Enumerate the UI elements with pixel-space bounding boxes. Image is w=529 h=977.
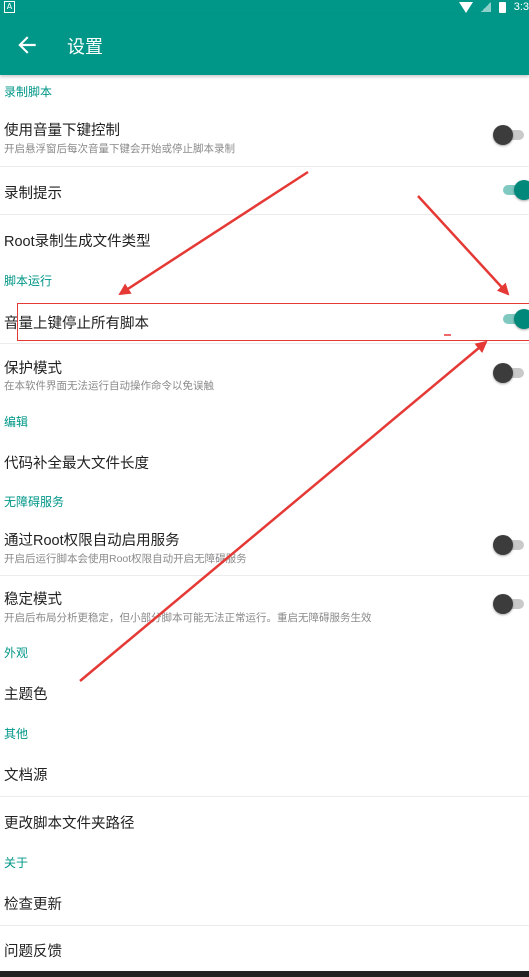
battery-icon: [498, 1, 506, 13]
pref-root-file-type[interactable]: Root录制生成文件类型: [0, 215, 529, 265]
pref-title: 稳定模式: [4, 592, 62, 608]
section-header-record: 录制脚本: [4, 85, 53, 99]
pref-protect-mode[interactable]: 保护模式 在本软件界面无法运行自动操作命令以免误触: [0, 344, 529, 400]
pref-title: 更改脚本文件夹路径: [4, 816, 135, 832]
toggle-switch[interactable]: [493, 535, 527, 555]
section-header-edit: 编辑: [4, 415, 29, 429]
pref-stable-mode[interactable]: 稳定模式 开启后布局分析更稳定，但小部分脚本可能无法正常运行。重启无障碍服务生效: [0, 576, 529, 634]
annotation-highlight-box: [17, 303, 529, 341]
pref-title: 录制提示: [4, 186, 62, 202]
pref-title: 主题色: [4, 687, 48, 703]
toggle-switch[interactable]: [493, 125, 527, 145]
signal-icon: [480, 2, 491, 12]
pref-root-enable-service[interactable]: 通过Root权限自动启用服务 开启后运行脚本会使用Root权限自动开启无障碍服务: [0, 517, 529, 575]
pref-title: 通过Root权限自动启用服务: [4, 533, 180, 549]
pref-summary: 开启后运行脚本会使用Root权限自动开启无障碍服务: [4, 553, 247, 565]
pref-summary: 在本软件界面无法运行自动操作命令以免误触: [4, 380, 214, 392]
pref-title: 代码补全最大文件长度: [4, 456, 149, 472]
status-bar: A 3:3: [0, 0, 529, 14]
pref-title: 检查更新: [4, 897, 62, 913]
pref-volume-down-control[interactable]: 使用音量下键控制 开启悬浮窗后每次音量下键会开始或停止脚本录制: [0, 107, 529, 165]
status-time: 3:3: [513, 1, 529, 13]
page-title: 设置: [67, 37, 103, 57]
toggle-switch[interactable]: [493, 363, 527, 383]
toggle-switch[interactable]: [500, 180, 529, 200]
pref-check-update[interactable]: 检查更新: [0, 878, 529, 925]
pref-feedback[interactable]: 问题反馈: [0, 926, 529, 971]
pref-summary: 开启后布局分析更稳定，但小部分脚本可能无法正常运行。重启无障碍服务生效: [4, 612, 372, 624]
pref-docs-source[interactable]: 文档源: [0, 749, 529, 796]
pref-title: 文档源: [4, 768, 48, 784]
section-header-run: 脚本运行: [4, 274, 53, 288]
pref-title: 使用音量下键控制: [4, 123, 120, 139]
app-bar: 设置: [0, 14, 529, 75]
pref-title: 问题反馈: [4, 944, 62, 960]
section-header-appearance: 外观: [4, 646, 29, 660]
toggle-switch[interactable]: [493, 594, 527, 614]
section-header-accessibility: 无障碍服务: [4, 495, 65, 509]
section-header-other: 其他: [4, 727, 29, 741]
system-nav-bar: [0, 971, 529, 977]
wifi-icon: [458, 1, 473, 13]
pref-record-hint[interactable]: 录制提示: [0, 167, 529, 214]
pref-theme-color[interactable]: 主题色: [0, 668, 529, 718]
section-header-about: 关于: [4, 856, 29, 870]
arrow-left-icon[interactable]: [14, 32, 40, 58]
pref-completion-max-length[interactable]: 代码补全最大文件长度: [0, 437, 529, 487]
pref-summary: 开启悬浮窗后每次音量下键会开始或停止脚本录制: [4, 143, 235, 155]
notification-icon: A: [4, 1, 15, 13]
pref-title: 保护模式: [4, 361, 62, 377]
pref-change-folder[interactable]: 更改脚本文件夹路径: [0, 797, 529, 845]
pref-title: Root录制生成文件类型: [4, 234, 151, 250]
